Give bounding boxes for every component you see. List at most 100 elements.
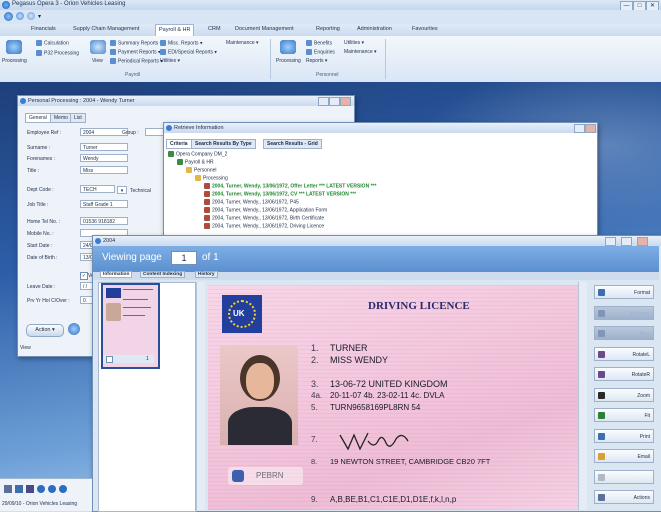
page-thumbnail[interactable]: 1 [101,283,160,369]
back-icon[interactable] [37,485,45,493]
payroll-utilities-menu[interactable]: Utilities ▾ [160,58,180,64]
tree-node[interactable]: Processing [195,175,228,181]
ve-checkbox[interactable]: ✓ [80,272,88,280]
tab-search-results-by-type[interactable]: Search Results By Type [191,139,256,149]
tab-history[interactable]: History [195,271,218,278]
new-icon[interactable] [4,485,12,493]
orb-icon[interactable] [4,12,13,21]
maximize-button[interactable] [329,97,340,106]
previous-button[interactable]: Previous [594,305,654,320]
periodical-reports-menu[interactable]: Periodical Reports ▾ [110,58,163,64]
menu-supply-chain[interactable]: Supply Chain Management [70,26,142,32]
tree-node[interactable]: 2004, Turner, Wendy, 13/06/1972, CV *** … [204,191,356,197]
tab-criteria[interactable]: Criteria [166,139,192,149]
dept-lookup-button[interactable]: ▾ [117,186,127,194]
payroll-processing-icon[interactable] [6,40,22,54]
document-scrollbar[interactable] [578,282,587,510]
calculation-button[interactable]: Calculation [36,40,69,46]
payment-reports-menu[interactable]: Payment Reports ▾ [110,49,161,55]
field-input[interactable]: Staff Grade 1 [80,200,128,208]
email-button[interactable]: Email [594,449,654,463]
zoom-button[interactable]: Zoom [594,387,654,402]
licence-field-value: 19 NEWTON STREET, CAMBRIDGE CB20 7FT [330,457,491,466]
enquiries-button[interactable]: Enquiries [306,49,335,55]
menu-reporting[interactable]: Reporting [313,26,343,32]
misc-reports-menu[interactable]: Misc. Reports ▾ [160,40,202,46]
tree-node[interactable]: 2004, Turner, Wendy., 13/06/1972, Applic… [204,207,327,213]
thumbnail-scrollbar[interactable] [196,282,205,510]
group-field[interactable] [145,128,165,136]
button-label: RotateR [631,372,650,378]
minimize-button[interactable] [318,97,329,106]
field-input[interactable]: Wendy [80,154,128,162]
menu-document-management[interactable]: Document Management [232,26,297,32]
tree-node[interactable]: Opera Company DM_2 [168,151,227,157]
button-label: Format [634,290,650,296]
menu-administration[interactable]: Administration [354,26,395,32]
forward-icon[interactable] [48,485,56,493]
page-number-input[interactable]: 1 [171,251,197,265]
personnel-maintenance-menu[interactable]: Maintenance ▾ [344,49,377,55]
tree-node[interactable]: Payroll & HR [177,159,214,165]
field-input[interactable]: 2004 [80,128,128,136]
back-icon[interactable] [27,12,35,20]
personnel-processing-icon[interactable] [280,40,296,54]
print-icon[interactable] [15,485,23,493]
tab-memo[interactable]: Memo [50,113,72,123]
tab-search-results-grid[interactable]: Search Results - Grid [263,139,322,149]
tree-node[interactable]: 2004, Turner, Wendy., 13/06/1972, Drivin… [204,223,324,229]
help-icon[interactable] [16,12,24,20]
tree-node[interactable]: Personnel [186,167,217,173]
actions-button[interactable]: Actions [594,490,654,504]
view-label[interactable]: View [92,58,103,64]
app-icon[interactable] [2,1,10,9]
payroll-processing-label[interactable]: Processing [2,58,27,64]
zoom-slider[interactable] [594,469,654,484]
close-button[interactable] [637,237,648,246]
personnel-utilities-menu[interactable]: Utilities ▾ [344,40,364,46]
field-input[interactable]: Miss [80,166,128,174]
status-text: View [20,345,31,351]
help-icon[interactable] [68,323,80,335]
dropdown-icon[interactable]: ▾ [38,13,41,20]
tree-node[interactable]: 2004, Turner, Wendy, 13/06/1972, Offer L… [204,183,376,189]
refresh-icon[interactable] [59,485,67,493]
menu-payroll-hr[interactable]: Payroll & HR [155,24,195,36]
rotate-left-button[interactable]: RotateL [594,346,654,361]
summary-reports-menu[interactable]: Summary Reports ▾ [110,40,162,46]
tree-node[interactable]: 2004, Turner, Wendy., 13/06/1972, P45 [204,199,299,205]
format-button[interactable]: Format [594,285,654,299]
tree-node-label: Processing [203,175,228,182]
close-button[interactable] [585,124,596,133]
print-button[interactable]: Print [594,428,654,443]
menu-financials[interactable]: Financials [28,26,59,32]
tab-general[interactable]: General [25,113,51,123]
save-icon[interactable] [26,485,34,493]
field-input[interactable]: 01536 918182 [80,217,128,225]
menu-crm[interactable]: CRM [205,26,224,32]
tree-node[interactable]: 2004, Turner, Wendy., 13/06/1972, Birth … [204,215,324,221]
action-button[interactable]: Action ▾ [26,324,64,337]
tab-information[interactable]: Information [100,271,133,278]
rotate-right-button[interactable]: RotateR [594,367,654,381]
tab-list[interactable]: List [70,113,86,123]
personal-window-titlebar: Personal Processing : 2004 - Wendy Turne… [18,96,354,106]
next-button[interactable]: Next [594,326,654,340]
p32-processing-button[interactable]: P32 Processing [36,50,79,56]
tab-content-indexing[interactable]: Content Indexing [140,271,186,278]
personnel-processing-label[interactable]: Processing [276,58,301,64]
thumb-checkbox[interactable] [106,356,113,363]
personnel-reports-menu[interactable]: Reports ▾ [306,58,327,64]
benefits-button[interactable]: Benefits [306,40,332,46]
maximize-button[interactable] [621,237,632,246]
close-button[interactable] [340,97,351,106]
payroll-maintenance-menu[interactable]: Maintenance ▾ [226,40,259,46]
fit-button[interactable]: Fit [594,408,654,422]
minimize-button[interactable] [605,237,616,246]
minimize-button[interactable] [574,124,585,133]
field-input[interactable]: Turner [80,143,128,151]
field-input[interactable]: TECH [80,185,115,193]
view-icon[interactable] [90,40,106,54]
menu-favourites[interactable]: Favourites [409,26,441,32]
edi-reports-menu[interactable]: EDI/Special Reports ▾ [160,49,217,55]
